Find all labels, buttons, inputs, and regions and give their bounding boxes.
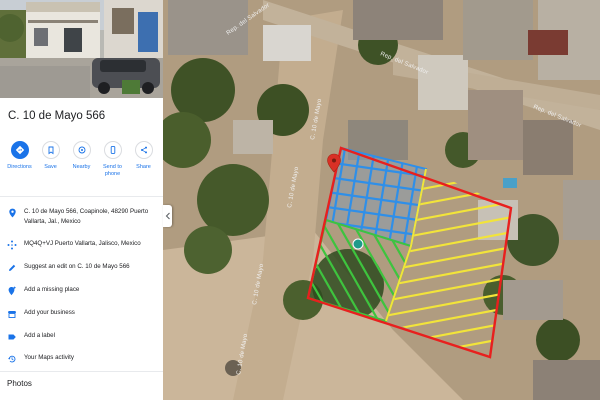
add-business-row[interactable]: Add your business (0, 308, 163, 319)
add-place-icon (0, 285, 24, 296)
nearby-label: Nearby (72, 164, 91, 170)
address-text: C. 10 de Mayo 566, Coapinole, 48290 Puer… (24, 208, 149, 225)
pencil-icon (0, 262, 24, 273)
nearby-icon (72, 141, 91, 159)
suggest-edit-text: Suggest an edit on C. 10 de Mayo 566 (24, 263, 130, 270)
send-to-phone-button[interactable]: Send to phone (98, 141, 128, 178)
place-title: C. 10 de Mayo 566 (8, 110, 106, 122)
history-icon (0, 353, 24, 364)
save-label: Save (44, 164, 57, 170)
add-label-text: Add a label (24, 332, 55, 339)
send-to-phone-label: Send to phone (103, 164, 122, 177)
phone-icon (103, 141, 122, 159)
location-pin-icon (0, 207, 24, 218)
street-view-photo[interactable] (0, 0, 163, 98)
bookmark-icon (41, 141, 60, 159)
satellite-imagery: Rep. del Salvador Rep. del Salvador Rep.… (163, 0, 600, 400)
action-bar: Directions Save Nearby Send to phone Sha… (0, 141, 163, 178)
save-button[interactable]: Save (36, 141, 66, 178)
photos-heading: Photos (7, 379, 32, 388)
maps-activity-row[interactable]: Your Maps activity (0, 353, 163, 364)
divider (0, 196, 163, 197)
plus-code-icon (0, 239, 24, 250)
share-button[interactable]: Share (129, 141, 159, 178)
nearby-button[interactable]: Nearby (67, 141, 97, 178)
maps-activity-text: Your Maps activity (24, 354, 74, 361)
place-marker-icon[interactable] (352, 238, 364, 250)
plus-code-text: MQ4Q+VJ Puerto Vallarta, Jalisco, Mexico (24, 240, 141, 247)
label-icon (0, 331, 24, 342)
add-missing-place-text: Add a missing place (24, 286, 80, 293)
divider (0, 371, 163, 372)
plus-code-row[interactable]: MQ4Q+VJ Puerto Vallarta, Jalisco, Mexico (0, 239, 163, 250)
collapse-panel-button[interactable] (163, 205, 172, 227)
share-label: Share (136, 164, 151, 170)
directions-button[interactable]: Directions (5, 141, 35, 178)
street-view-image (0, 0, 163, 98)
business-icon (0, 308, 24, 319)
chevron-left-icon (165, 212, 170, 220)
suggest-edit-row[interactable]: Suggest an edit on C. 10 de Mayo 566 (0, 262, 163, 273)
add-missing-place-row[interactable]: Add a missing place (0, 285, 163, 296)
directions-label: Directions (7, 164, 32, 170)
satellite-map[interactable]: Rep. del Salvador Rep. del Salvador Rep.… (163, 0, 600, 400)
add-business-text: Add your business (24, 309, 75, 316)
add-label-row[interactable]: Add a label (0, 331, 163, 342)
directions-icon (10, 141, 29, 159)
place-panel: C. 10 de Mayo 566 Directions Save Nearby… (0, 0, 163, 400)
share-icon (134, 141, 153, 159)
address-row[interactable]: C. 10 de Mayo 566, Coapinole, 48290 Puer… (0, 207, 163, 226)
